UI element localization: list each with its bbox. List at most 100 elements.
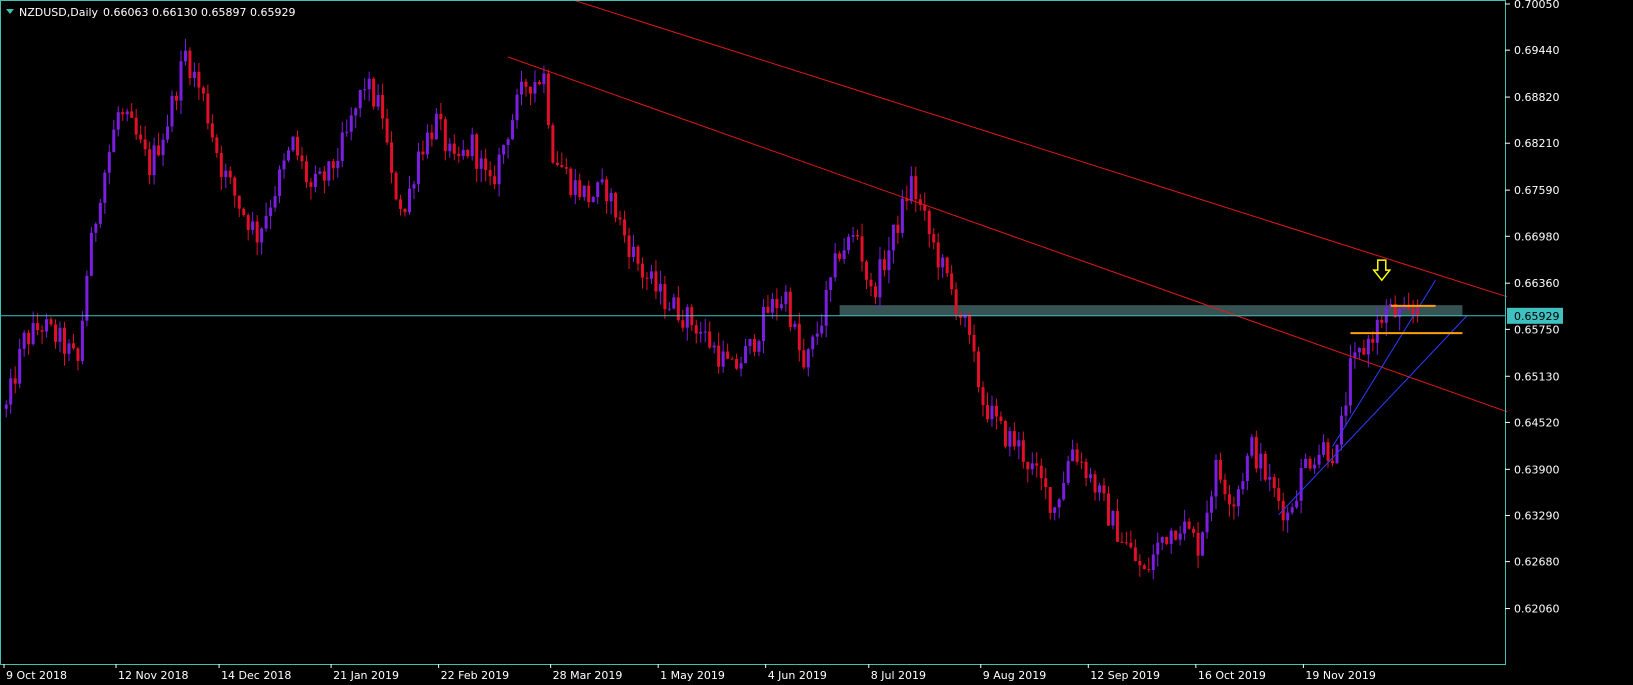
candle-body bbox=[542, 73, 546, 85]
y-tick-label: 0.67590 bbox=[1514, 184, 1560, 197]
candle-body bbox=[506, 139, 510, 145]
candle-body bbox=[640, 263, 644, 278]
candle-body bbox=[757, 341, 761, 352]
candle-body bbox=[300, 155, 304, 162]
candle-body bbox=[945, 257, 949, 274]
candle-body bbox=[416, 151, 420, 185]
candle-body bbox=[470, 134, 474, 157]
x-tick-label: 12 Nov 2018 bbox=[118, 669, 188, 682]
candle-body bbox=[779, 304, 783, 309]
candle-body bbox=[851, 235, 855, 237]
candle-body bbox=[4, 404, 8, 409]
candle-body bbox=[1348, 358, 1352, 406]
candle-body bbox=[985, 405, 989, 420]
candle-body bbox=[511, 120, 515, 140]
candle-body bbox=[210, 123, 214, 138]
candle-body bbox=[775, 299, 779, 309]
candle-body bbox=[1120, 541, 1124, 543]
candle-body bbox=[31, 323, 35, 345]
candle-body bbox=[282, 160, 286, 170]
candle-body bbox=[1133, 547, 1137, 562]
candle-body bbox=[1142, 565, 1146, 570]
candle-body bbox=[148, 149, 152, 176]
candle-body bbox=[891, 224, 895, 251]
candle-body bbox=[564, 167, 568, 169]
candle-body bbox=[1227, 494, 1231, 505]
candle-body bbox=[1169, 530, 1173, 544]
price-chart[interactable]: 0.70050 0.69440 0.68820 0.68210 0.67590 0.669… bbox=[0, 0, 1633, 685]
candle-body bbox=[345, 131, 349, 133]
candle-body bbox=[878, 259, 882, 298]
x-tick-label: 1 May 2019 bbox=[660, 669, 725, 682]
candle-body bbox=[1313, 464, 1317, 469]
candle-body bbox=[1124, 542, 1128, 544]
candle-body bbox=[847, 236, 851, 251]
candle-body bbox=[22, 332, 26, 349]
candle-body bbox=[166, 126, 170, 140]
candle-body bbox=[806, 349, 810, 368]
candle-body bbox=[233, 177, 237, 196]
candle-body bbox=[1084, 461, 1088, 479]
candle-body bbox=[1326, 442, 1330, 461]
candle-body bbox=[618, 217, 622, 220]
candle-body bbox=[1093, 474, 1097, 493]
candle-body bbox=[708, 331, 712, 348]
candle-body bbox=[484, 158, 488, 171]
candle-body bbox=[1245, 455, 1249, 482]
candle-body bbox=[439, 113, 443, 120]
candle-body bbox=[94, 223, 98, 233]
candle-body bbox=[1089, 474, 1093, 479]
candle-body bbox=[251, 221, 255, 230]
candle-body bbox=[515, 94, 519, 121]
x-tick-label: 12 Sep 2019 bbox=[1090, 669, 1160, 682]
candle-body bbox=[1183, 521, 1187, 534]
x-tick-label: 4 Jun 2019 bbox=[768, 669, 827, 682]
candle-body bbox=[143, 139, 147, 150]
candle-body bbox=[909, 176, 913, 202]
candle-body bbox=[1165, 536, 1169, 544]
candle-body bbox=[425, 132, 429, 155]
candle-body bbox=[1322, 442, 1326, 455]
candle-body bbox=[443, 119, 447, 152]
candle-body bbox=[80, 320, 84, 361]
candle-body bbox=[582, 185, 586, 198]
candle-body bbox=[304, 161, 308, 183]
candle-body bbox=[1039, 465, 1043, 479]
candle-body bbox=[900, 198, 904, 233]
candle-body bbox=[278, 169, 282, 197]
candle-body bbox=[354, 108, 358, 116]
candle-body bbox=[1250, 436, 1254, 456]
candle-body bbox=[134, 117, 138, 135]
candle-body bbox=[663, 283, 667, 310]
candle-body bbox=[1330, 460, 1334, 464]
candle-body bbox=[694, 325, 698, 334]
candle-body bbox=[493, 176, 497, 185]
candle-body bbox=[1232, 504, 1236, 507]
candle-body bbox=[981, 387, 985, 406]
candle-body bbox=[313, 173, 317, 187]
candle-body bbox=[829, 277, 833, 291]
candle-body bbox=[865, 261, 869, 280]
candle-body bbox=[309, 182, 313, 187]
candle-body bbox=[528, 86, 532, 94]
symbol-label: NZDUSD,Daily bbox=[19, 6, 99, 19]
candle-body bbox=[1062, 483, 1066, 500]
x-tick-label: 9 Oct 2018 bbox=[6, 669, 67, 682]
candle-body bbox=[1071, 449, 1075, 462]
candle-body bbox=[1286, 512, 1290, 521]
chart-header: NZDUSD,Daily 0.66063 0.66130 0.65897 0.6… bbox=[6, 6, 295, 19]
candle-body bbox=[175, 95, 179, 101]
candle-body bbox=[748, 338, 752, 347]
candle-body bbox=[596, 182, 600, 198]
candle-body bbox=[98, 202, 102, 224]
candle-body bbox=[1201, 532, 1205, 556]
y-tick-label: 0.68210 bbox=[1514, 137, 1560, 150]
candle-body bbox=[1026, 461, 1030, 470]
candle-body bbox=[1218, 459, 1222, 480]
candle-body bbox=[112, 129, 116, 153]
candle-body bbox=[636, 246, 640, 264]
candle-body bbox=[9, 378, 13, 405]
candle-body bbox=[49, 319, 53, 325]
candle-body bbox=[815, 333, 819, 337]
candle-body bbox=[972, 334, 976, 352]
